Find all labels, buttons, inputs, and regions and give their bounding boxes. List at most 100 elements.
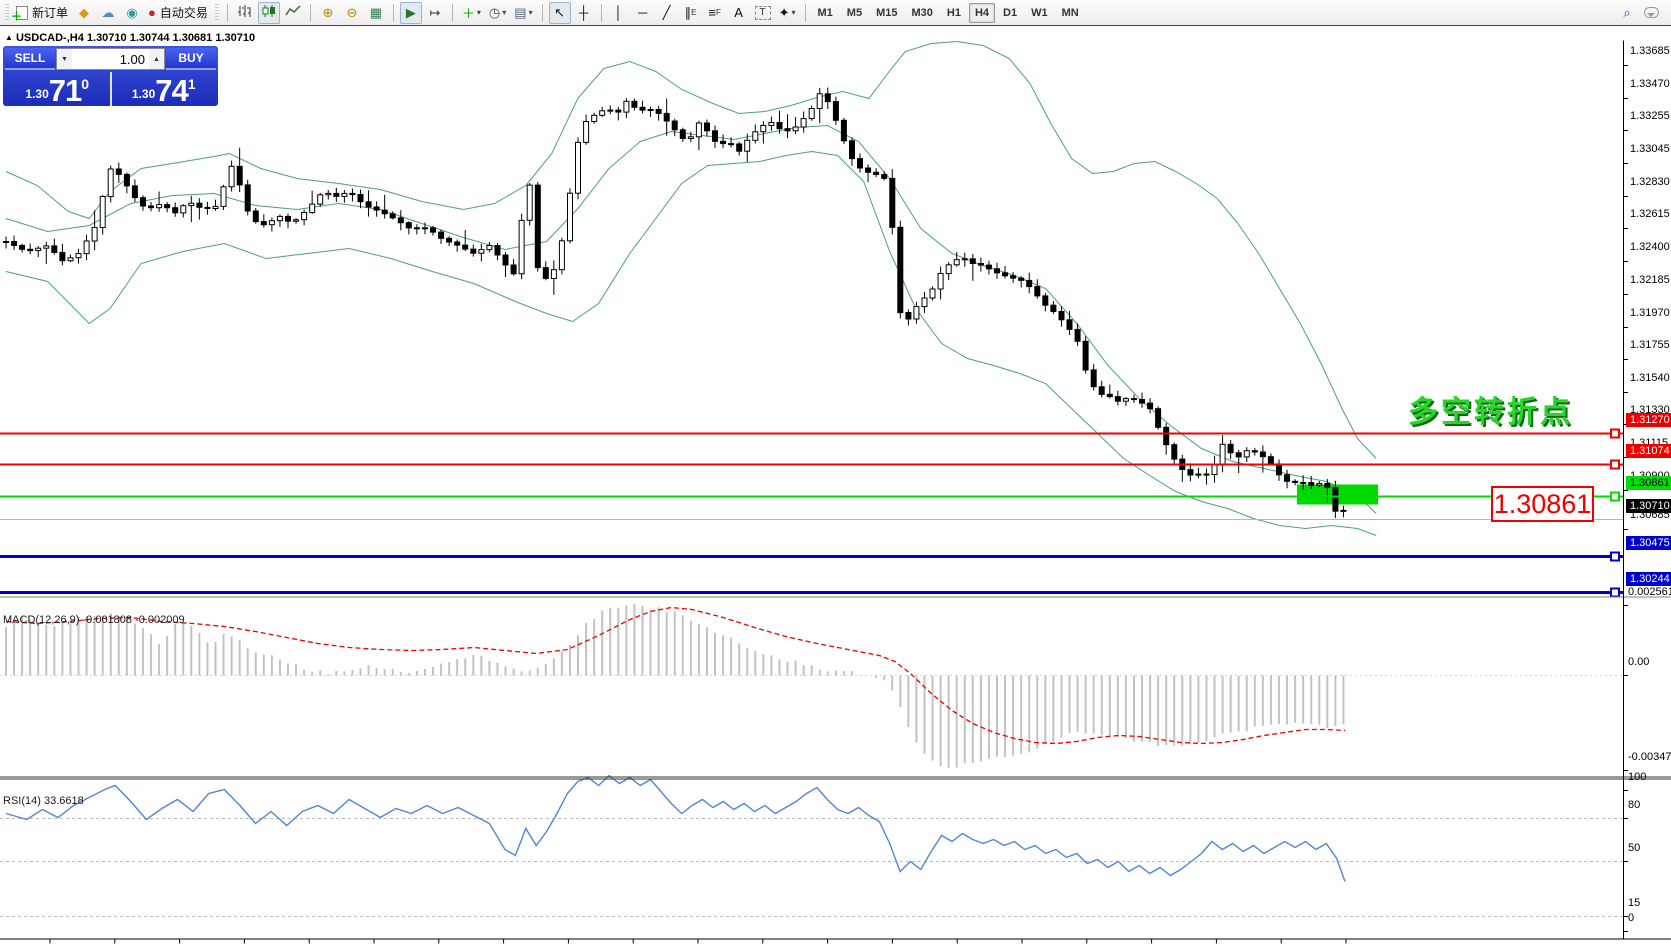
price-scale-label: 1.33470 bbox=[1630, 78, 1670, 90]
timeframe-w1-button[interactable]: W1 bbox=[1025, 3, 1054, 23]
crosshair-button[interactable]: ┼ bbox=[573, 2, 595, 24]
vertical-line-button[interactable]: │ bbox=[608, 2, 630, 24]
market-watch-button[interactable]: ☁ bbox=[97, 2, 119, 24]
channel-icon-suffix: E bbox=[691, 8, 696, 17]
templates-button[interactable]: ▤▾ bbox=[511, 2, 535, 24]
rsi-axis-label: 15 bbox=[1628, 897, 1640, 909]
zoom-in-icon: ⊕ bbox=[322, 5, 333, 21]
symbol-title: USDCAD-,H4 bbox=[16, 32, 84, 44]
line-handle-1.30475[interactable] bbox=[1611, 553, 1619, 561]
line-chart-icon bbox=[285, 4, 301, 21]
price-scale-label: 1.33045 bbox=[1630, 143, 1670, 155]
main-toolbar: 新订单◆☁◉●自动交易⊕⊖▦▶↦＋▾◷▾▤▾↖┼│─╱∥E≡FAT✦▾M1M5M… bbox=[0, 0, 1671, 26]
arrows-button[interactable]: ✦▾ bbox=[776, 2, 799, 24]
collapse-arrow-icon[interactable]: ▲ bbox=[5, 33, 13, 42]
fibonacci-icon-suffix: F bbox=[716, 8, 721, 17]
signals-button[interactable]: ◉ bbox=[121, 2, 143, 24]
chat-button[interactable] bbox=[1640, 2, 1662, 24]
volume-increase-button[interactable]: ▲ bbox=[149, 49, 164, 69]
timeframe-m30-button[interactable]: M30 bbox=[905, 3, 938, 23]
sell-price-sup: 0 bbox=[81, 76, 89, 92]
arrows-icon: ✦ bbox=[779, 5, 790, 21]
timeframe-m5-button[interactable]: M5 bbox=[841, 3, 868, 23]
timeframe-m15-button[interactable]: M15 bbox=[870, 3, 903, 23]
sell-price[interactable]: 1.30710 bbox=[5, 72, 110, 106]
candles-layer bbox=[4, 88, 1346, 519]
line-handle-1.31270[interactable] bbox=[1611, 430, 1619, 438]
macd-axis-label: 0.00 bbox=[1628, 656, 1649, 668]
buy-price[interactable]: 1.30741 bbox=[110, 72, 217, 106]
volume-input[interactable]: 1.00 bbox=[72, 49, 149, 69]
price-scale-label: 1.32830 bbox=[1630, 176, 1670, 188]
tile-windows-button[interactable]: ▦ bbox=[365, 2, 387, 24]
volume-decrease-button[interactable]: ▼ bbox=[57, 49, 72, 69]
chart-title: ▲ USDCAD-,H4 1.30710 1.30744 1.30681 1.3… bbox=[5, 32, 255, 44]
timeframe-m1-button[interactable]: M1 bbox=[812, 3, 839, 23]
price-scale-label: 1.33255 bbox=[1630, 110, 1670, 122]
chart-canvas bbox=[0, 27, 1671, 952]
autotrading-icon: ● bbox=[148, 5, 156, 20]
rsi-line bbox=[6, 776, 1345, 882]
toolbar-separator bbox=[393, 4, 394, 22]
macd-histogram bbox=[6, 604, 1343, 768]
buy-button[interactable]: BUY bbox=[166, 48, 216, 70]
sell-price-big: 71 bbox=[49, 77, 81, 105]
chart-profile-button[interactable]: ◆ bbox=[73, 2, 95, 24]
chart-profile-icon: ◆ bbox=[79, 5, 89, 21]
timeframe-d1-button[interactable]: D1 bbox=[997, 3, 1023, 23]
vertical-line-icon: │ bbox=[615, 5, 623, 20]
new-order-button[interactable]: 新订单 bbox=[13, 2, 71, 24]
text-button[interactable]: A bbox=[728, 2, 750, 24]
price-scale-label: 1.31540 bbox=[1630, 372, 1670, 384]
price-line-label-1.30710: 1.30710 bbox=[1626, 499, 1671, 513]
text-label-button[interactable]: T bbox=[752, 2, 774, 24]
auto-scroll-button[interactable]: ▶ bbox=[400, 2, 422, 24]
horizontal-line-button[interactable]: ─ bbox=[632, 2, 654, 24]
auto-scroll-icon: ▶ bbox=[406, 5, 416, 21]
text-icon: A bbox=[734, 5, 743, 20]
periods-icon: ◷ bbox=[489, 5, 500, 21]
horizontal-line-icon: ─ bbox=[638, 5, 647, 20]
fibonacci-icon: ≡ bbox=[708, 5, 716, 20]
timeframe-h1-button[interactable]: H1 bbox=[941, 3, 967, 23]
line-handle-1.31074[interactable] bbox=[1611, 461, 1619, 469]
fibonacci-button[interactable]: ≡F bbox=[704, 2, 726, 24]
macd-axis-label: 0.002561 bbox=[1628, 586, 1671, 598]
chart-area[interactable]: ▲ USDCAD-,H4 1.30710 1.30744 1.30681 1.3… bbox=[0, 27, 1671, 952]
search-button[interactable]: ⌕ bbox=[1616, 2, 1638, 24]
buy-price-small: 1.30 bbox=[132, 87, 155, 101]
price-scale-label: 1.33685 bbox=[1630, 45, 1670, 57]
trendline-icon: ╱ bbox=[663, 5, 671, 21]
line-handle-1.30244[interactable] bbox=[1611, 589, 1619, 597]
line-handle-1.30861[interactable] bbox=[1611, 493, 1619, 501]
periods-button[interactable]: ◷▾ bbox=[486, 2, 509, 24]
price-callout-box[interactable]: 1.30861 bbox=[1491, 486, 1594, 522]
bollinger-lower-band bbox=[6, 152, 1376, 536]
annotation-text: 多空转折点 bbox=[1408, 387, 1573, 431]
price-line-label-1.30244: 1.30244 bbox=[1626, 572, 1671, 586]
channel-button[interactable]: ∥E bbox=[680, 2, 702, 24]
dropdown-caret-icon: ▾ bbox=[502, 8, 506, 17]
timeframe-h4-button[interactable]: H4 bbox=[969, 3, 995, 23]
line-chart-button[interactable] bbox=[282, 2, 304, 24]
bollinger-middle-band bbox=[6, 126, 1376, 514]
trendline-button[interactable]: ╱ bbox=[656, 2, 678, 24]
sell-button[interactable]: SELL bbox=[5, 48, 55, 70]
indicators-button[interactable]: ＋▾ bbox=[459, 2, 484, 24]
zoom-out-button[interactable]: ⊖ bbox=[341, 2, 363, 24]
toolbar-separator bbox=[601, 4, 602, 22]
rsi-axis-label: 50 bbox=[1628, 842, 1640, 854]
cursor-button[interactable]: ↖ bbox=[549, 2, 571, 24]
chart-shift-button[interactable]: ↦ bbox=[424, 2, 446, 24]
buy-price-sup: 1 bbox=[188, 76, 196, 92]
candles-chart-button[interactable] bbox=[258, 2, 280, 24]
zoom-in-button[interactable]: ⊕ bbox=[317, 2, 339, 24]
price-line-label-1.31270: 1.31270 bbox=[1626, 413, 1671, 427]
one-click-trading-panel: SELL ▼ 1.00 ▲ BUY 1.30710 1.30741 bbox=[3, 46, 218, 106]
zoom-out-icon: ⊖ bbox=[346, 5, 357, 21]
timeframe-mn-button[interactable]: MN bbox=[1056, 3, 1085, 23]
search-icon: ⌕ bbox=[1623, 5, 1630, 21]
signals-icon: ◉ bbox=[126, 5, 137, 21]
bars-chart-button[interactable] bbox=[234, 2, 256, 24]
autotrading-button[interactable]: ●自动交易 bbox=[145, 2, 211, 24]
